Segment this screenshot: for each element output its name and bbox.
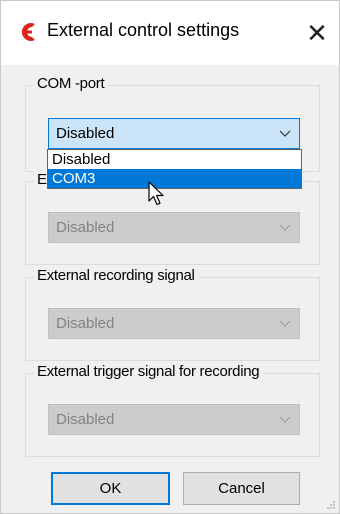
- app-logo-icon: [21, 23, 35, 41]
- external-control-select-value: Disabled: [56, 219, 115, 236]
- external-control-select: Disabled: [48, 212, 300, 243]
- close-icon: ✕: [306, 17, 328, 48]
- chevron-down-icon: [271, 224, 299, 232]
- close-button[interactable]: ✕: [299, 15, 335, 51]
- chevron-down-icon: [271, 320, 299, 328]
- cancel-button[interactable]: Cancel: [183, 472, 300, 505]
- group-label-external-recording-signal: External recording signal: [34, 267, 198, 284]
- chevron-down-icon: [271, 416, 299, 424]
- chevron-down-icon: [271, 130, 299, 138]
- group-label-external-trigger-signal: External trigger signal for recording: [34, 363, 263, 380]
- com-port-select[interactable]: Disabled: [48, 118, 300, 149]
- group-external-control: E Disabled: [25, 171, 320, 265]
- external-recording-signal-select-value: Disabled: [56, 315, 115, 332]
- external-recording-signal-select: Disabled: [48, 308, 300, 339]
- settings-dialog: External control settings ✕ COM -port Di…: [0, 0, 340, 514]
- group-label-com-port: COM -port: [34, 75, 108, 92]
- mouse-pointer-icon: [148, 181, 164, 206]
- external-trigger-signal-select: Disabled: [48, 404, 300, 435]
- group-external-trigger-signal: External trigger signal for recording Di…: [25, 363, 320, 457]
- dropdown-option-com3[interactable]: COM3: [48, 169, 301, 188]
- dropdown-option-disabled[interactable]: Disabled: [48, 150, 301, 169]
- title-bar: External control settings ✕: [1, 1, 339, 65]
- external-trigger-signal-select-value: Disabled: [56, 411, 115, 428]
- group-external-recording-signal: External recording signal Disabled: [25, 267, 320, 361]
- ok-button[interactable]: OK: [51, 472, 170, 505]
- com-port-select-value: Disabled: [56, 125, 115, 142]
- dialog-title: External control settings: [47, 20, 240, 40]
- resize-grip-icon[interactable]: [326, 500, 336, 510]
- com-port-dropdown-list: Disabled COM3: [47, 149, 302, 189]
